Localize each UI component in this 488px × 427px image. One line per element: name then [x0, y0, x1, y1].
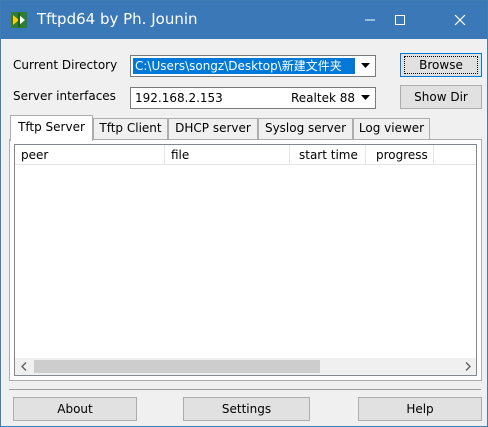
help-button[interactable]: Help — [358, 397, 482, 421]
tab-syslog-server[interactable]: Syslog server — [258, 118, 353, 139]
horizontal-scrollbar[interactable] — [15, 358, 476, 375]
tab-tftp-server[interactable]: Tftp Server — [10, 115, 93, 141]
dropdown-arrow[interactable] — [357, 89, 374, 107]
current-directory-label: Current Directory — [13, 58, 118, 72]
tab-log-viewer[interactable]: Log viewer — [353, 118, 430, 139]
tab-label: Tftp Client — [99, 121, 162, 135]
current-directory-value: C:\Users\songz\Desktop\新建文件夹 — [133, 58, 355, 74]
about-button-label: About — [57, 402, 93, 416]
server-interfaces-combo[interactable]: 192.168.2.153 Realtek 88 — [130, 87, 376, 109]
close-icon — [454, 14, 466, 26]
chevron-down-icon — [361, 95, 370, 100]
divider — [9, 389, 481, 390]
maximize-button[interactable] — [377, 1, 423, 39]
server-interfaces-label: Server interfaces — [13, 89, 116, 103]
browse-button-label: Browse — [404, 56, 478, 74]
tab-tftp-client[interactable]: Tftp Client — [93, 118, 168, 139]
scrollbar-thumb[interactable] — [34, 360, 320, 373]
browse-button[interactable]: Browse — [400, 53, 482, 77]
minimize-icon — [365, 19, 375, 21]
show-dir-button-label: Show Dir — [414, 90, 468, 104]
maximize-icon — [395, 15, 405, 25]
tab-label: Log viewer — [358, 121, 425, 135]
help-button-label: Help — [406, 402, 434, 416]
tab-label: Tftp Server — [18, 120, 85, 134]
about-button[interactable]: About — [13, 397, 137, 421]
show-dir-button[interactable]: Show Dir — [400, 85, 482, 109]
chevron-left-icon — [20, 362, 26, 371]
close-button[interactable] — [437, 1, 483, 39]
tab-label: DHCP server — [175, 121, 251, 135]
column-header-progress[interactable]: progress — [366, 145, 434, 165]
column-label: peer — [21, 148, 49, 162]
scroll-right-button[interactable] — [459, 358, 476, 375]
app-icon — [11, 12, 27, 28]
server-interfaces-adapter: Realtek 88 — [291, 91, 355, 105]
settings-button[interactable]: Settings — [183, 397, 310, 421]
column-label: start time — [299, 148, 358, 162]
column-header-start-time[interactable]: start time — [290, 145, 366, 165]
title-bar[interactable]: Tftpd64 by Ph. Jounin — [1, 1, 487, 39]
settings-button-label: Settings — [221, 402, 272, 416]
column-header-peer[interactable]: peer — [15, 145, 165, 165]
column-header-file[interactable]: file — [165, 145, 290, 165]
tab-panel: peer file start time progress — [9, 139, 482, 381]
tab-dhcp-server[interactable]: DHCP server — [168, 118, 258, 139]
column-label: progress — [376, 148, 428, 162]
transfer-list[interactable]: peer file start time progress — [14, 144, 477, 376]
chevron-down-icon — [361, 63, 370, 68]
scroll-left-button[interactable] — [15, 358, 32, 375]
current-directory-combo[interactable]: C:\Users\songz\Desktop\新建文件夹 — [130, 55, 376, 77]
column-label: file — [171, 148, 190, 162]
list-header: peer file start time progress — [15, 145, 476, 165]
dropdown-arrow[interactable] — [357, 57, 374, 75]
app-window: Tftpd64 by Ph. Jounin Current Directory … — [0, 0, 488, 427]
tab-label: Syslog server — [264, 121, 347, 135]
server-interfaces-ip: 192.168.2.153 — [135, 91, 223, 105]
chevron-right-icon — [465, 362, 471, 371]
window-title: Tftpd64 by Ph. Jounin — [37, 10, 198, 28]
